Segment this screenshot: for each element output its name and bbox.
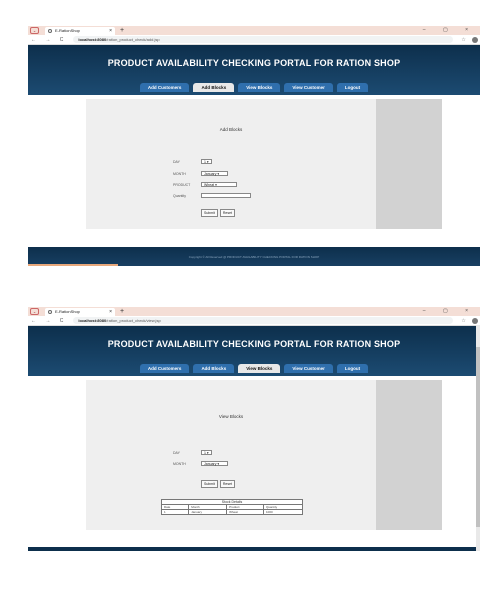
main-menu: Add Customers Add Blocks View Blocks Vie… [28, 83, 480, 92]
url-field[interactable]: localhost:8080/ration_product_check/add.… [73, 36, 454, 43]
month-label: MONTH [173, 171, 186, 176]
status-strip [28, 264, 118, 266]
quantity-row: Quantity [173, 193, 251, 198]
form-buttons: Submit Reset [201, 480, 236, 488]
tab-favicon-icon [48, 309, 52, 314]
url-field[interactable]: localhost:8080/ration_product_check/view… [73, 317, 454, 324]
browser-tab[interactable]: E-RationShop × [45, 307, 115, 316]
browser-window-view-blocks: ⌄ E-RationShop × + – ▢ × ← → C localhost… [28, 307, 480, 551]
tab-title: E-RationShop [55, 309, 80, 314]
month-select[interactable]: January ▾ [201, 171, 228, 176]
form-buttons: Submit Reset [201, 209, 236, 217]
submit-button[interactable]: Submit [201, 209, 218, 217]
profile-avatar-icon[interactable] [471, 36, 478, 43]
tab-favicon-icon [48, 28, 52, 33]
product-select[interactable]: Wheat ▾ [201, 182, 237, 187]
form-title: Add Blocks [219, 127, 243, 132]
day-label: DAY [173, 450, 180, 455]
form-panel: View Blocks DAY 1 ▾ MONTH January ▾ Subm… [86, 380, 442, 530]
main-menu: Add Customers Add Blocks View Blocks Vie… [28, 364, 480, 373]
month-row: MONTH January ▾ [173, 461, 228, 466]
menu-add-blocks[interactable]: Add Blocks [193, 83, 235, 92]
scrollbar-thumb[interactable] [476, 347, 480, 527]
site-title: PRODUCT AVAILABILITY CHECKING PORTAL FOR… [107, 58, 401, 68]
tab-close-icon[interactable]: × [109, 28, 112, 34]
menu-view-blocks[interactable]: View Blocks [238, 364, 281, 373]
product-row: PRODUCT Wheat ▾ [173, 182, 237, 187]
form-panel: Add Blocks DAY 1 ▾ MONTH January ▾ PRODU… [86, 99, 442, 229]
nav-buttons-icon[interactable]: ← → C [31, 318, 67, 324]
month-label: MONTH [173, 461, 186, 466]
table-caption: Stock Details [161, 499, 303, 504]
site-header: PRODUCT AVAILABILITY CHECKING PORTAL FOR… [28, 326, 480, 376]
profile-avatar-icon[interactable] [471, 317, 478, 324]
day-label: DAY [173, 159, 180, 164]
month-select[interactable]: January ▾ [201, 461, 228, 466]
reset-button[interactable]: Reset [219, 480, 236, 488]
menu-add-customers[interactable]: Add Customers [139, 364, 190, 373]
submit-button[interactable]: Submit [201, 480, 218, 488]
window-controls-icon[interactable]: – ▢ × [423, 27, 476, 33]
footer-copyright: Copyright © All Reserved @ PRODUCT AVAIL… [188, 255, 320, 259]
content-area: View Blocks DAY 1 ▾ MONTH January ▾ Subm… [28, 376, 480, 536]
browser-tab[interactable]: E-RationShop × [45, 26, 115, 35]
tab-search-icon[interactable]: ⌄ [30, 27, 39, 34]
menu-add-customers[interactable]: Add Customers [139, 83, 190, 92]
site-header: PRODUCT AVAILABILITY CHECKING PORTAL FOR… [28, 45, 480, 95]
site-title: PRODUCT AVAILABILITY CHECKING PORTAL FOR… [107, 339, 401, 349]
url-host: localhost:8080 [78, 318, 107, 323]
browser-window-add-blocks: ⌄ E-RationShop × + – ▢ × ← → C localhost… [28, 26, 480, 266]
day-select[interactable]: 1 ▾ [201, 450, 212, 455]
day-select-value: 1 [204, 160, 206, 164]
day-row: DAY 1 ▾ [173, 159, 212, 164]
tab-search-icon[interactable]: ⌄ [30, 308, 39, 315]
content-area: Add Blocks DAY 1 ▾ MONTH January ▾ PRODU… [28, 95, 480, 233]
stock-details-table: Stock Details Date Month Product Quantit… [160, 499, 303, 515]
nav-buttons-icon[interactable]: ← → C [31, 37, 67, 43]
quantity-label: Quantity [173, 193, 187, 198]
menu-view-customer[interactable]: View Customer [284, 83, 333, 92]
form-inner: View Blocks DAY 1 ▾ MONTH January ▾ Subm… [86, 380, 376, 530]
day-row: DAY 1 ▾ [173, 450, 212, 455]
url-path: /ration_product_check/add.jsp [106, 37, 160, 42]
tab-bar: ⌄ E-RationShop × + – ▢ × [28, 307, 480, 316]
menu-logout[interactable]: Logout [336, 364, 369, 373]
product-label: PRODUCT [173, 182, 191, 187]
table-row: 1 January Wheat 1000 [160, 509, 303, 515]
new-tab-icon[interactable]: + [120, 308, 124, 315]
cell-date: 1 [160, 509, 190, 515]
tab-close-icon[interactable]: × [109, 309, 112, 315]
product-select-value: Wheat [204, 183, 215, 187]
quantity-input[interactable] [201, 193, 251, 198]
window-controls-icon[interactable]: – ▢ × [423, 308, 476, 314]
day-select-value: 1 [204, 451, 206, 455]
day-select[interactable]: 1 ▾ [201, 159, 212, 164]
month-select-value: January [204, 462, 217, 466]
form-title: View Blocks [218, 414, 244, 419]
bookmark-star-icon[interactable]: ☆ [461, 318, 471, 324]
menu-add-blocks[interactable]: Add Blocks [193, 364, 235, 373]
cell-quantity: 1000 [263, 509, 303, 515]
menu-logout[interactable]: Logout [336, 83, 369, 92]
menu-view-blocks[interactable]: View Blocks [238, 83, 281, 92]
new-tab-icon[interactable]: + [120, 27, 124, 34]
reset-button[interactable]: Reset [219, 209, 236, 217]
address-bar: ← → C localhost:8080/ration_product_chec… [28, 35, 480, 45]
bookmark-star-icon[interactable]: ☆ [461, 37, 471, 43]
site-footer: Copyright © All Reserved @ PRODUCT AVAIL… [28, 247, 480, 266]
address-bar: ← → C localhost:8080/ration_product_chec… [28, 316, 480, 326]
footer-edge [28, 547, 476, 551]
tab-title: E-RationShop [55, 28, 80, 33]
url-host: localhost:8080 [78, 37, 107, 42]
url-path: /ration_product_check/view.jsp [106, 318, 161, 323]
tab-bar: ⌄ E-RationShop × + – ▢ × [28, 26, 480, 35]
month-select-value: January [204, 172, 217, 176]
form-inner: Add Blocks DAY 1 ▾ MONTH January ▾ PRODU… [86, 99, 376, 229]
cell-month: January [188, 509, 228, 515]
menu-view-customer[interactable]: View Customer [284, 364, 333, 373]
cell-product: Wheat [226, 509, 264, 515]
month-row: MONTH January ▾ [173, 171, 228, 176]
